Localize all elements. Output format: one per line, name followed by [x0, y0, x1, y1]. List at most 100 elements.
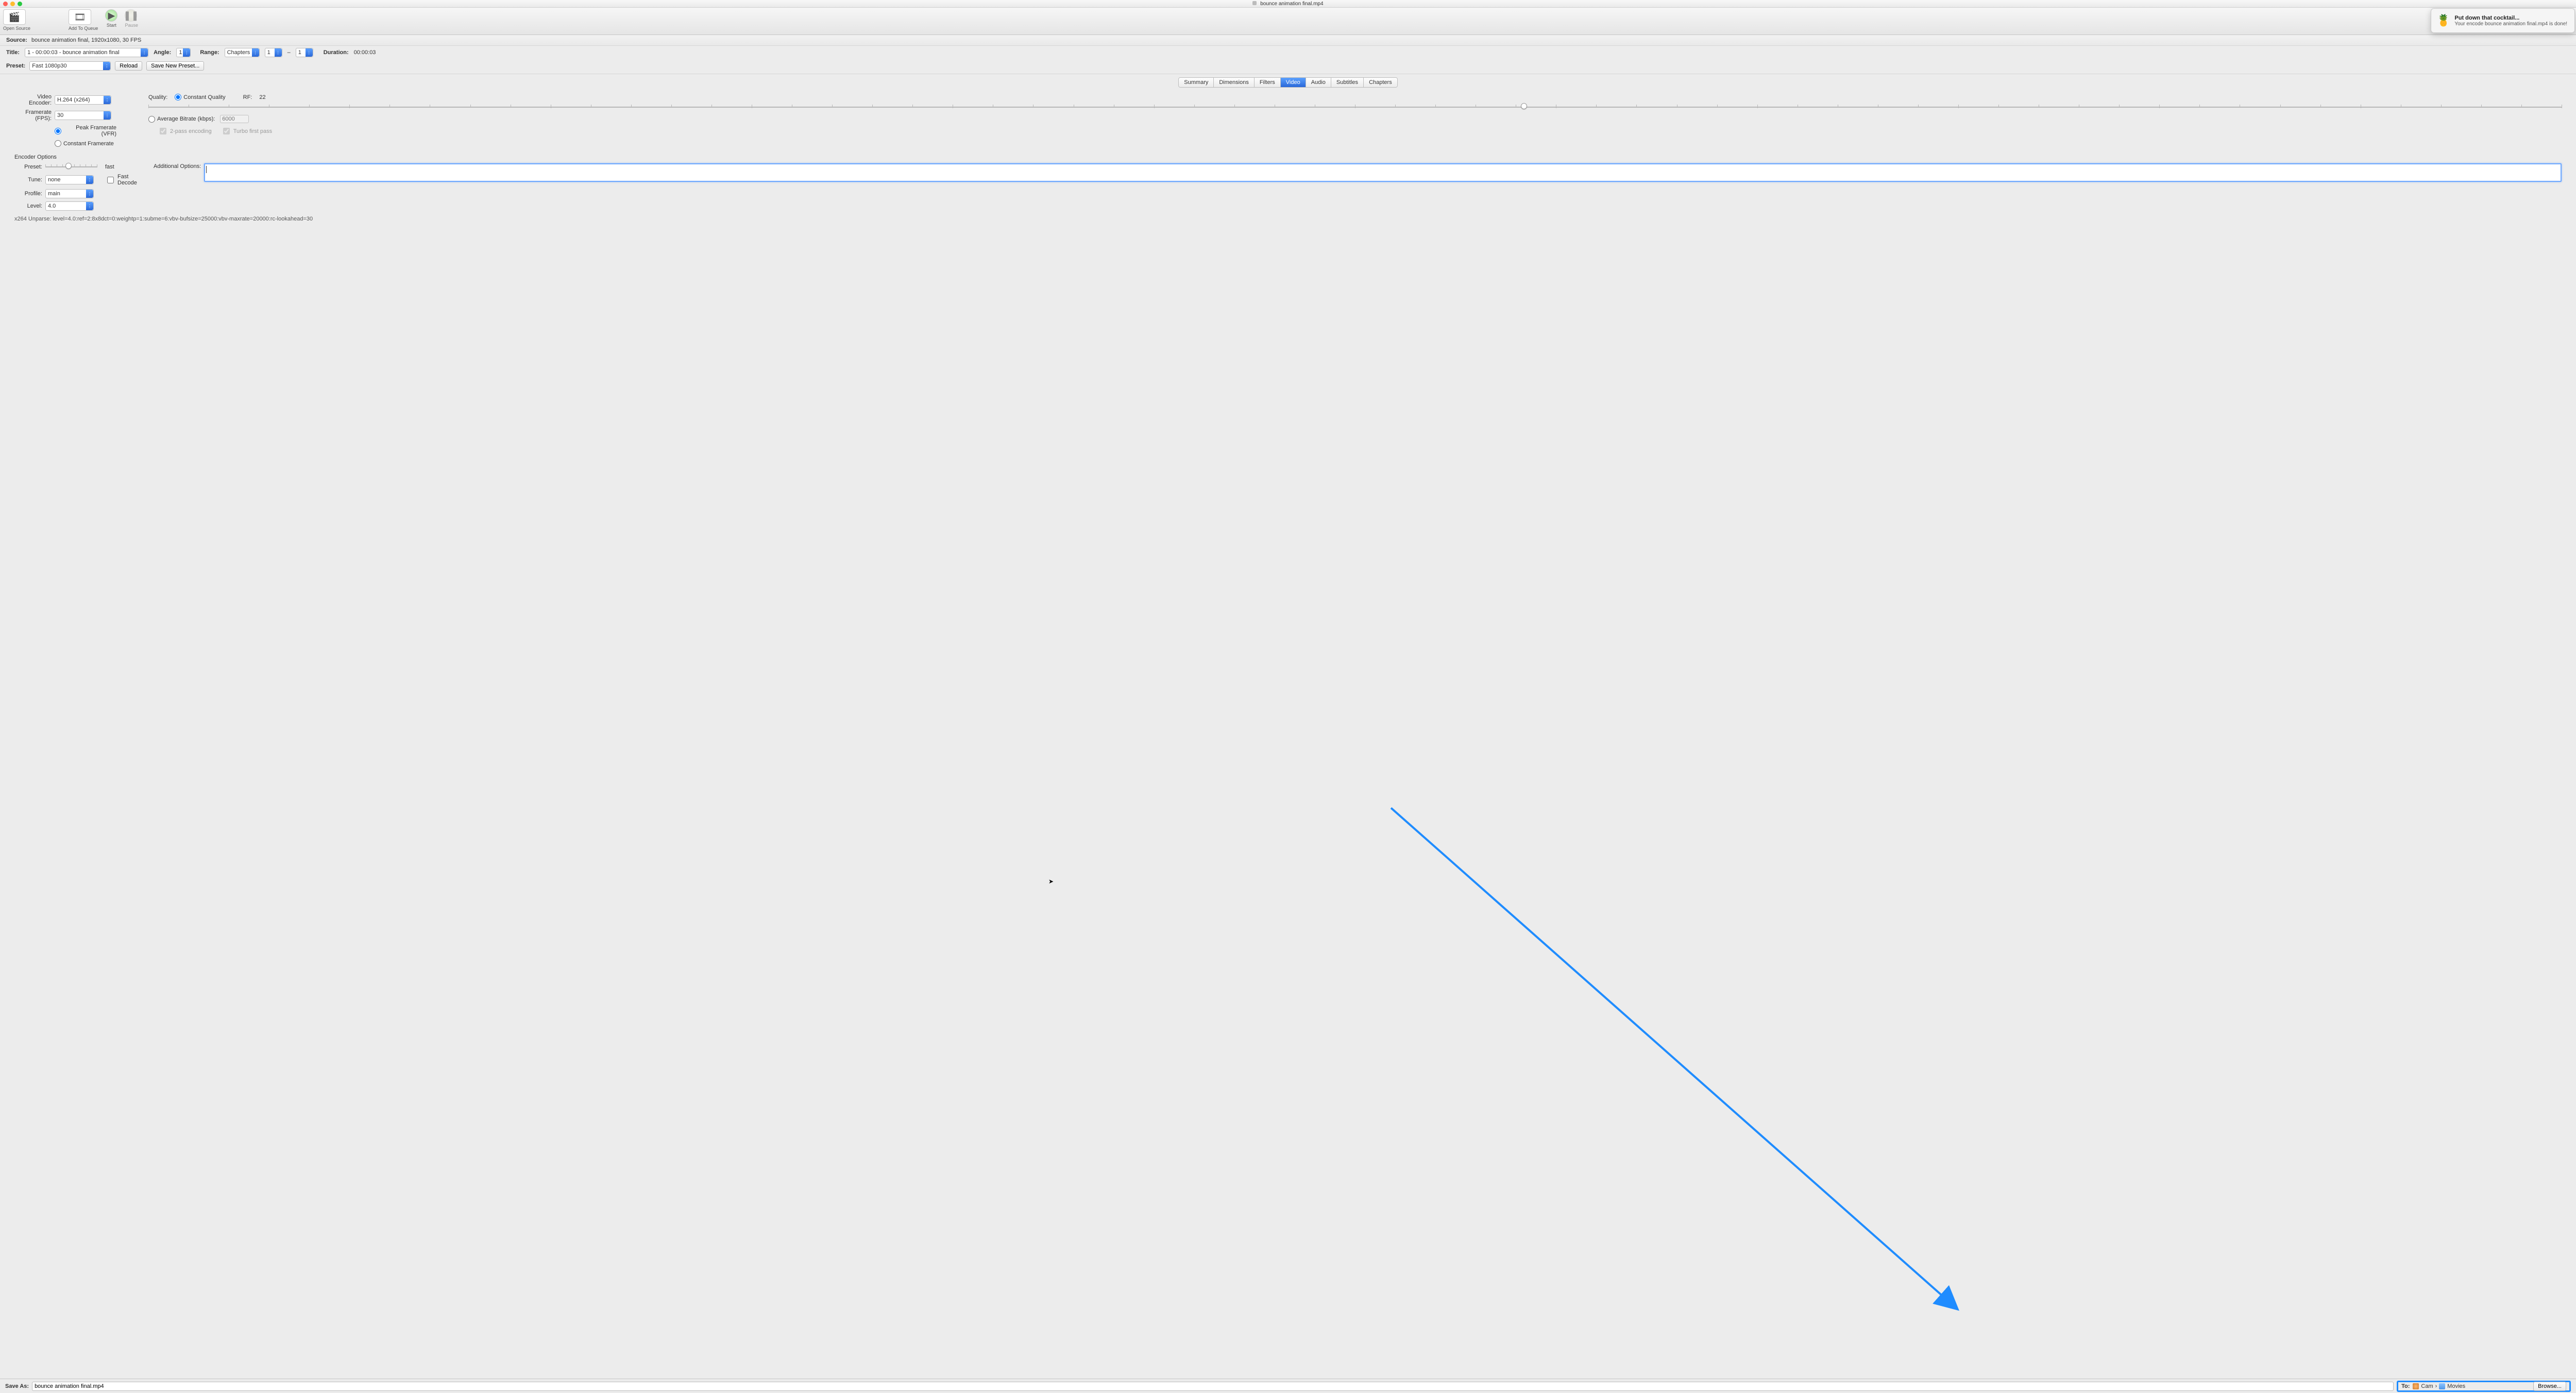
- range-to-select[interactable]: 1 ⋮: [296, 48, 313, 57]
- tabs-segmented: Summary Dimensions Filters Video Audio S…: [1178, 77, 1397, 88]
- browse-button[interactable]: Browse...: [2533, 1382, 2566, 1391]
- preset-select[interactable]: Fast 1080p30 ⋮: [29, 61, 111, 71]
- constant-framerate-input[interactable]: [55, 140, 61, 147]
- tab-chapters[interactable]: Chapters: [1364, 78, 1397, 87]
- pause-label: Pause: [125, 23, 138, 28]
- duration-label: Duration:: [324, 49, 349, 56]
- encoder-options: Encoder Options Preset: fast Tune:: [14, 154, 2562, 211]
- additional-options-label: Additional Options:: [154, 163, 201, 169]
- quality-slider[interactable]: [148, 104, 2562, 111]
- rf-value: 22: [259, 94, 265, 100]
- text-cursor-icon: [206, 166, 207, 173]
- constant-quality-radio[interactable]: Constant Quality: [175, 94, 225, 100]
- destination-path[interactable]: Cam › Movies: [2413, 1383, 2465, 1389]
- notification-banner[interactable]: 🍍 Put down that cocktail... Your encode …: [2431, 8, 2575, 33]
- slider-knob-icon[interactable]: [1521, 103, 1527, 109]
- chevron-updown-icon: ⋮: [141, 48, 148, 57]
- profile-value: main: [48, 191, 60, 197]
- title-value: 1 - 00:00:03 - bounce animation final: [27, 49, 120, 56]
- titlebar: bounce animation final.mp4: [0, 0, 2576, 8]
- peak-framerate-label: Peak Framerate (VFR): [63, 125, 116, 137]
- slider-knob-icon[interactable]: [65, 163, 72, 169]
- path-seg-0: Cam: [2421, 1383, 2433, 1389]
- fps-label: Framerate (FPS):: [14, 109, 52, 122]
- range-mode-select[interactable]: Chapters ⋮: [225, 48, 260, 57]
- constant-quality-input[interactable]: [175, 94, 181, 100]
- path-seg-1: Movies: [2447, 1383, 2465, 1389]
- tune-label: Tune:: [14, 177, 42, 183]
- range-from-select[interactable]: 1 ⋮: [265, 48, 282, 57]
- home-icon: [2413, 1383, 2419, 1389]
- profile-label: Profile:: [14, 191, 42, 197]
- open-source-button[interactable]: 🎬 Open Source: [3, 9, 30, 31]
- angle-label: Angle:: [154, 49, 171, 56]
- angle-value: 1: [179, 49, 182, 56]
- open-source-label: Open Source: [3, 26, 30, 31]
- tab-audio[interactable]: Audio: [1306, 78, 1331, 87]
- level-select[interactable]: 4.0 ⋮: [45, 201, 94, 211]
- window-title-text: bounce animation final.mp4: [1260, 1, 1323, 7]
- chevron-updown-icon: ⋮: [86, 190, 93, 198]
- average-bitrate-input[interactable]: [148, 116, 155, 123]
- average-bitrate-label: Average Bitrate (kbps):: [157, 116, 215, 122]
- saveas-label: Save As:: [5, 1383, 29, 1389]
- x264-unparse-text: x264 Unparse: level=4.0:ref=2:8x8dct=0:w…: [14, 216, 2562, 222]
- queue-icon: 🎞: [69, 9, 91, 25]
- tune-select[interactable]: none ⋮: [45, 175, 94, 184]
- tabs-row: Summary Dimensions Filters Video Audio S…: [0, 74, 2576, 89]
- destination-box: To: Cam › Movies Browse...: [2397, 1381, 2571, 1392]
- encoder-preset-label: Preset:: [14, 164, 42, 170]
- fps-select[interactable]: 30 ⋮: [55, 111, 111, 120]
- profile-select[interactable]: main ⋮: [45, 189, 94, 198]
- folder-icon: [2439, 1383, 2445, 1389]
- two-pass-checkbox: 2-pass encoding: [158, 126, 212, 136]
- notification-body: Your encode bounce animation final.mp4 i…: [2454, 21, 2567, 27]
- chevron-updown-icon: ⋮: [275, 48, 282, 57]
- additional-options-field[interactable]: [204, 163, 2562, 182]
- average-bitrate-field[interactable]: [220, 115, 249, 123]
- title-row: Title: 1 - 00:00:03 - bounce animation f…: [0, 46, 2576, 59]
- tab-dimensions[interactable]: Dimensions: [1214, 78, 1254, 87]
- tab-filters[interactable]: Filters: [1255, 78, 1281, 87]
- add-to-queue-button[interactable]: 🎞 Add To Queue: [69, 9, 98, 31]
- source-row: Source: bounce animation final, 1920x108…: [0, 35, 2576, 46]
- preset-label: Preset:: [6, 63, 25, 69]
- save-new-preset-button[interactable]: Save New Preset...: [146, 61, 204, 71]
- encoder-preset-slider[interactable]: [45, 163, 97, 171]
- chevron-updown-icon: ⋮: [86, 202, 93, 210]
- clapperboard-icon: 🎬: [3, 9, 26, 25]
- duration-value: 00:00:03: [354, 49, 376, 56]
- rf-label: RF:: [243, 94, 252, 100]
- angle-select[interactable]: 1 ⋮: [176, 48, 191, 57]
- source-label: Source:: [6, 37, 27, 43]
- average-bitrate-radio[interactable]: Average Bitrate (kbps):: [148, 116, 215, 123]
- two-pass-input: [160, 128, 166, 134]
- constant-framerate-radio[interactable]: Constant Framerate: [55, 140, 116, 147]
- fast-decode-checkbox[interactable]: Fast Decode: [105, 174, 138, 186]
- mouse-cursor-icon: ➤: [1048, 878, 1054, 885]
- fast-decode-label: Fast Decode: [117, 174, 138, 186]
- chevron-updown-icon: ⋮: [104, 111, 111, 120]
- start-button[interactable]: ▶ Start: [105, 9, 117, 28]
- pause-button: ❚❚ Pause: [125, 9, 138, 28]
- tab-subtitles[interactable]: Subtitles: [1331, 78, 1364, 87]
- peak-framerate-input[interactable]: [55, 128, 61, 134]
- chevron-updown-icon: ⋮: [104, 96, 111, 104]
- encoder-preset-value: fast: [105, 164, 138, 170]
- quality-slider-wrap: [148, 104, 2562, 111]
- tab-video[interactable]: Video: [1281, 78, 1306, 87]
- title-select[interactable]: 1 - 00:00:03 - bounce animation final ⋮: [25, 48, 148, 57]
- chevron-updown-icon: ⋮: [306, 48, 313, 57]
- video-panel: Video Encoder: H.264 (x264) ⋮ Framerate …: [0, 89, 2576, 224]
- add-to-queue-label: Add To Queue: [69, 26, 98, 31]
- range-to-value: 1: [298, 49, 301, 56]
- peak-framerate-radio[interactable]: Peak Framerate (VFR): [55, 125, 116, 137]
- range-from-value: 1: [267, 49, 270, 56]
- saveas-field[interactable]: [32, 1382, 2394, 1391]
- preset-value: Fast 1080p30: [32, 63, 66, 69]
- preset-row: Preset: Fast 1080p30 ⋮ Reload Save New P…: [0, 59, 2576, 74]
- reload-button[interactable]: Reload: [115, 61, 142, 71]
- tab-summary[interactable]: Summary: [1179, 78, 1214, 87]
- video-encoder-select[interactable]: H.264 (x264) ⋮: [55, 95, 111, 105]
- fast-decode-input[interactable]: [107, 177, 114, 183]
